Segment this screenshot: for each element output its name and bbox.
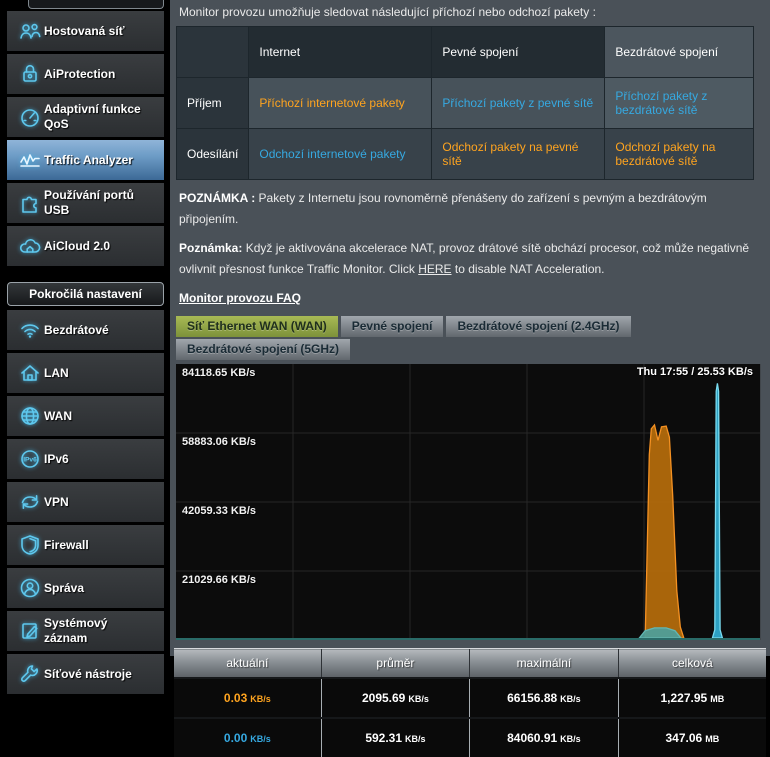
stats-col-header: celková — [618, 649, 766, 679]
sidebar-item-lan[interactable]: LAN — [7, 353, 164, 393]
sidebar-item-label: VPN — [44, 495, 69, 510]
sidebar-item-label: Hostovaná síť — [44, 24, 124, 39]
sidebar-item-label: Používání portů USB — [44, 188, 148, 218]
sidebar-item-label: LAN — [44, 366, 69, 381]
sidebar-item-wireless[interactable]: Bezdrátové — [7, 310, 164, 350]
stats-row: 0.00KB/s592.31KB/s84060.91KB/s347.06MB — [174, 718, 766, 757]
sidebar-item-aiprotection[interactable]: AiProtection — [7, 54, 164, 94]
gauge-icon — [16, 105, 44, 129]
col-header: Pevné spojení — [432, 27, 605, 78]
row-label: Odesílání — [177, 129, 249, 180]
stats-value: 66156.88KB/s — [470, 678, 619, 718]
shield-icon — [16, 533, 44, 557]
sidebar-item-label: Adaptivní funkce QoS — [44, 102, 148, 132]
sidebar-item-label: Firewall — [44, 538, 89, 553]
table-row: OdesíláníOdchozí internetové paketyOdcho… — [177, 129, 754, 180]
sidebar-item-label: Traffic Analyzer — [44, 153, 133, 168]
people-icon — [16, 19, 44, 43]
sidebar-item-label: AiCloud 2.0 — [44, 239, 110, 254]
stats-value: 84060.91KB/s — [470, 718, 619, 757]
stats-value: 592.31KB/s — [321, 718, 469, 757]
chart-canvas — [176, 364, 761, 640]
stats-row: 0.03KB/s2095.69KB/s66156.88KB/s1,227.95M… — [174, 678, 766, 718]
intro-text: Monitor provozu umožňuje sledovat násled… — [170, 0, 770, 26]
stats-value: 0.00KB/s — [174, 718, 321, 757]
cloud-icon — [16, 234, 44, 258]
stats-value: 0.03KB/s — [174, 678, 321, 718]
sidebar-item-aicloud[interactable]: AiCloud 2.0 — [7, 226, 164, 266]
notepad-icon — [16, 619, 44, 643]
wrench-icon — [16, 662, 44, 686]
note-text: Poznámka: Když je aktivována akcelerace … — [179, 238, 762, 280]
stats-col-header: aktuální — [174, 649, 321, 679]
stats-col-header: průměr — [321, 649, 469, 679]
person-icon — [16, 576, 44, 600]
tab-wired[interactable]: Pevné spojení — [341, 316, 444, 337]
stats-table: aktuálníprůměrmaximálnícelková0.03KB/s20… — [174, 648, 766, 757]
sidebar-item-label: WAN — [44, 409, 72, 424]
globe-icon — [16, 404, 44, 428]
col-header: Internet — [249, 27, 432, 78]
faq-link[interactable]: Monitor provozu FAQ — [179, 291, 301, 305]
interface-tabs: Síť Ethernet WAN (WAN)Pevné spojeníBezdr… — [176, 316, 676, 362]
ipv6-icon: IPv6 — [16, 447, 44, 471]
svg-text:IPv6: IPv6 — [23, 457, 37, 464]
main-content: Monitor provozu umožňuje sledovat násled… — [170, 0, 770, 656]
sidebar-item-qos[interactable]: Adaptivní funkce QoS — [7, 97, 164, 137]
sidebar-item-label: AiProtection — [44, 67, 115, 82]
home-icon — [16, 361, 44, 385]
sidebar-item-administration[interactable]: Správa — [7, 568, 164, 608]
packet-link[interactable]: Příchozí pakety z bezdrátové sítě — [605, 78, 754, 129]
sidebar-item-traffic-analyzer[interactable]: Traffic Analyzer — [7, 140, 164, 180]
sidebar-item-label: Síťové nástroje — [44, 667, 132, 682]
sidebar-item-vpn[interactable]: VPN — [7, 482, 164, 522]
traffic-description-table: InternetPevné spojeníBezdrátové spojeníP… — [176, 26, 754, 180]
router-admin-page: { "colors": { "orange": "#ffa41f", "blue… — [0, 0, 770, 656]
row-label: Příjem — [177, 78, 249, 129]
tab-wan[interactable]: Síť Ethernet WAN (WAN) — [176, 316, 338, 337]
note-text: POZNÁMKA : Pakety z Internetu jsou rovno… — [179, 188, 762, 230]
corner-cell — [177, 27, 249, 78]
stats-value: 1,227.95MB — [618, 678, 766, 718]
advanced-settings-header: Pokročilá nastavení — [7, 282, 164, 306]
sidebar-item-guest-network[interactable]: Hostovaná síť — [7, 11, 164, 51]
packet-link[interactable]: Příchozí internetové pakety — [249, 78, 432, 129]
stats-header-row: aktuálníprůměrmaximálnícelková — [174, 649, 766, 679]
wifi-icon — [16, 318, 44, 342]
puzzle-icon — [16, 191, 44, 215]
wave-icon — [16, 148, 44, 172]
tab-wireless-24ghz[interactable]: Bezdrátové spojení (2.4GHz) — [446, 316, 630, 337]
sidebar-item-label: Správa — [44, 581, 84, 596]
here-link[interactable]: HERE — [418, 262, 451, 276]
table-row: PříjemPříchozí internetové paketyPříchoz… — [177, 78, 754, 129]
notes-block: POZNÁMKA : Pakety z Internetu jsou rovno… — [170, 188, 770, 280]
table-header-row: InternetPevné spojeníBezdrátové spojení — [177, 27, 754, 78]
packet-link[interactable]: Odchozí pakety na pevné sítě — [432, 129, 605, 180]
sidebar-item-ipv6[interactable]: IPv6 IPv6 — [7, 439, 164, 479]
sidebar-item-system-log[interactable]: Systémový záznam — [7, 611, 164, 651]
sidebar-item-firewall[interactable]: Firewall — [7, 525, 164, 565]
stats-value: 2095.69KB/s — [321, 678, 469, 718]
stats-value: 347.06MB — [618, 718, 766, 757]
sidebar-item-network-tools[interactable]: Síťové nástroje — [7, 654, 164, 694]
stats-col-header: maximální — [470, 649, 619, 679]
packet-link[interactable]: Odchozí pakety na bezdrátové sítě — [605, 129, 754, 180]
traffic-chart: Thu 17:55 / 25.53 KB/s 84118.65 KB/s5888… — [176, 364, 761, 640]
sidebar: Hostovaná síť AiProtection Adaptivní funkc… — [0, 0, 170, 656]
tab-wireless-5ghz[interactable]: Bezdrátové spojení (5GHz) — [176, 339, 350, 360]
sidebar-item-usb-ports[interactable]: Používání portů USB — [7, 183, 164, 223]
sidebar-menu: Hostovaná síť AiProtection Adaptivní funkc… — [7, 11, 164, 694]
sidebar-item-label: IPv6 — [44, 452, 69, 467]
sidebar-item-label: Systémový záznam — [44, 616, 148, 646]
sidebar-previous-item-stub — [28, 0, 164, 9]
vpn-arrows-icon — [16, 490, 44, 514]
lock-icon — [16, 62, 44, 86]
sidebar-item-label: Bezdrátové — [44, 323, 109, 338]
col-header: Bezdrátové spojení — [605, 27, 754, 78]
packet-link[interactable]: Příchozí pakety z pevné sítě — [432, 78, 605, 129]
sidebar-item-wan[interactable]: WAN — [7, 396, 164, 436]
packet-link[interactable]: Odchozí internetové pakety — [249, 129, 432, 180]
